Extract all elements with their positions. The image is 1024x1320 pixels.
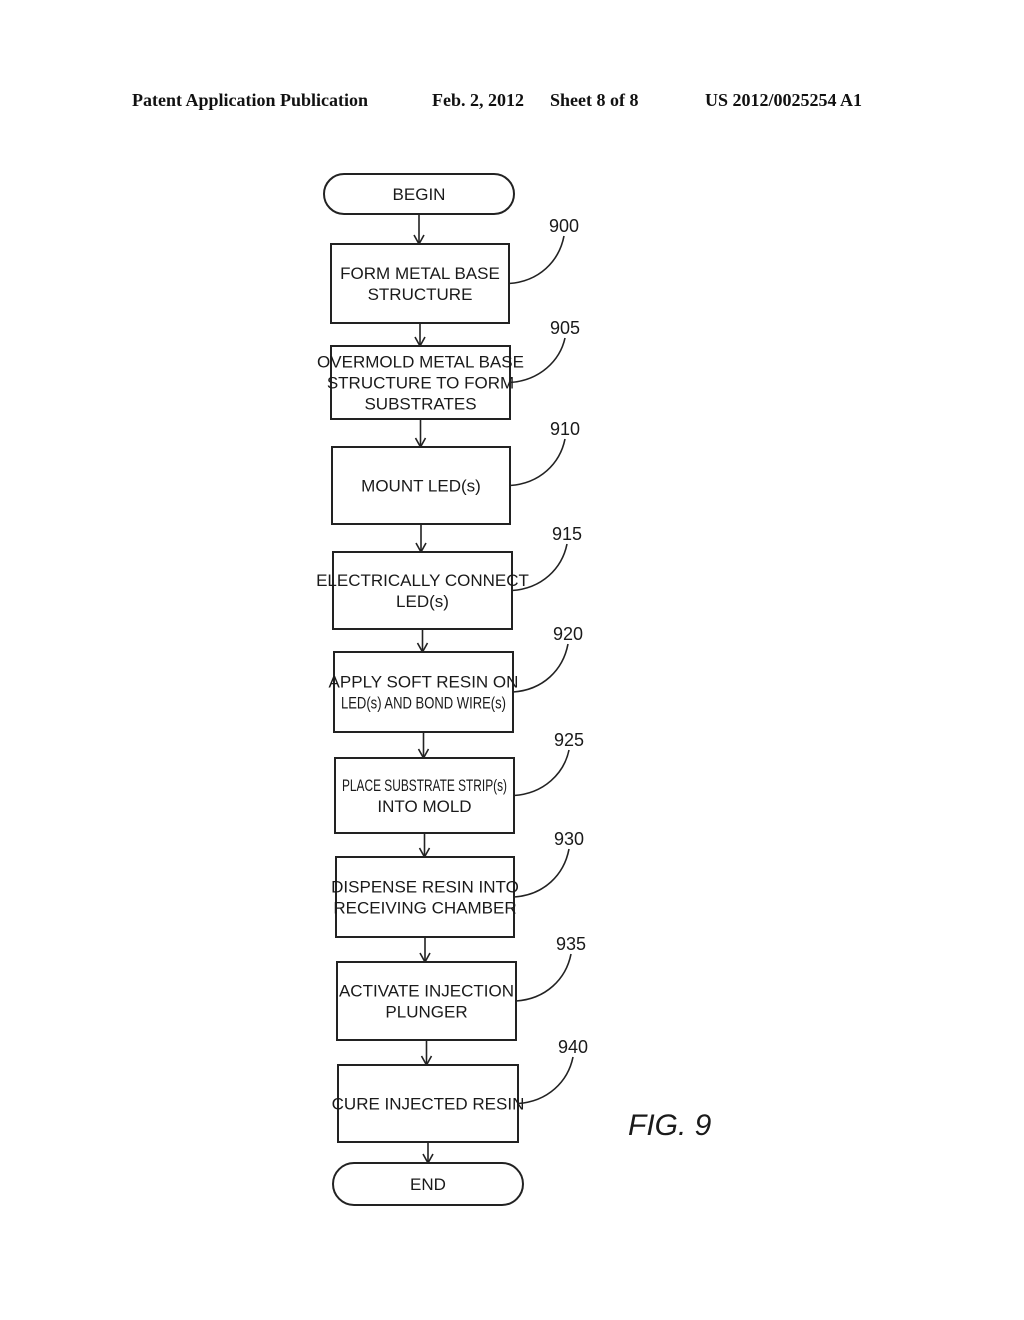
arrow-940	[422, 1142, 434, 1165]
step-label: FORM METAL BASE	[340, 264, 500, 283]
process-step-940: CURE INJECTED RESIN 940	[332, 1037, 588, 1143]
arrow-920	[417, 732, 430, 760]
process-step-920: APPLY SOFT RESIN ON LED(s) AND BOND WIRE(…	[329, 624, 583, 733]
step-label: CURE INJECTED RESIN	[332, 1095, 525, 1114]
step-label: SUBSTRATES	[364, 395, 476, 414]
step-label: PLUNGER	[385, 1003, 467, 1022]
reference-numeral: 925	[554, 730, 584, 750]
process-step-935: ACTIVATE INJECTION PLUNGER 935	[336, 934, 586, 1041]
step-label: STRUCTURE	[368, 285, 473, 304]
leader-line	[508, 235, 565, 285]
reference-numeral: 920	[553, 624, 583, 644]
arrow-930	[419, 937, 431, 964]
step-label: LED(s) AND BOND WIRE(s)	[341, 694, 506, 713]
reference-numeral: 905	[550, 318, 580, 338]
reference-numeral: 915	[552, 524, 582, 544]
arrow-910	[415, 524, 427, 554]
leader-line	[513, 848, 570, 898]
step-label: LED(s)	[396, 592, 449, 611]
step-label: OVERMOLD METAL BASE	[317, 353, 524, 372]
step-label: APPLY SOFT RESIN ON	[329, 673, 519, 692]
step-label: ACTIVATE INJECTION	[339, 982, 514, 1001]
leader-line	[515, 953, 572, 1002]
end-label: END	[410, 1175, 446, 1194]
step-label: ELECTRICALLY CONNECT	[316, 571, 529, 590]
arrow-925	[418, 833, 431, 859]
end-terminal: END	[332, 1162, 524, 1206]
reference-numeral: 930	[554, 829, 584, 849]
reference-numeral: 935	[556, 934, 586, 954]
step-label: PLACE SUBSTRATE STRIP(s)	[342, 776, 507, 795]
process-step-900: FORM METAL BASE STRUCTURE 900	[330, 216, 579, 324]
arrow-915	[416, 629, 429, 654]
reference-numeral: 900	[549, 216, 579, 236]
begin-label: BEGIN	[393, 185, 446, 204]
arrow-905	[414, 419, 427, 449]
process-step-915: ELECTRICALLY CONNECT LED(s) 915	[316, 524, 582, 630]
begin-terminal: BEGIN	[323, 173, 515, 215]
process-step-910: MOUNT LED(s) 910	[331, 419, 580, 525]
arrow-900	[414, 323, 426, 348]
step-label: RECEIVING CHAMBER	[333, 899, 516, 918]
step-label: DISPENSE RESIN INTO	[331, 878, 519, 897]
leader-line	[517, 1056, 574, 1105]
leader-line	[512, 643, 569, 693]
figure-label: FIG. 9	[628, 1109, 712, 1142]
step-label: INTO MOLD	[377, 797, 471, 816]
arrow-begin	[413, 214, 425, 246]
process-step-930: DISPENSE RESIN INTO RECEIVING CHAMBER 930	[331, 829, 584, 938]
reference-numeral: 910	[550, 419, 580, 439]
reference-numeral: 940	[558, 1037, 588, 1057]
step-label: MOUNT LED(s)	[361, 477, 481, 496]
arrow-935	[420, 1040, 433, 1067]
leader-line	[509, 438, 566, 487]
process-step-905: OVERMOLD METAL BASE STRUCTURE TO FORM SUBS…	[317, 318, 580, 420]
flowchart: BEGIN FORM METAL BASE STRUCTURE 900 OVERMOL…	[316, 173, 712, 1206]
step-label: STRUCTURE TO FORM	[327, 374, 514, 393]
process-step-925: PLACE SUBSTRATE STRIP(s) INTO MOLD 925	[334, 730, 584, 834]
leader-line	[513, 749, 570, 797]
